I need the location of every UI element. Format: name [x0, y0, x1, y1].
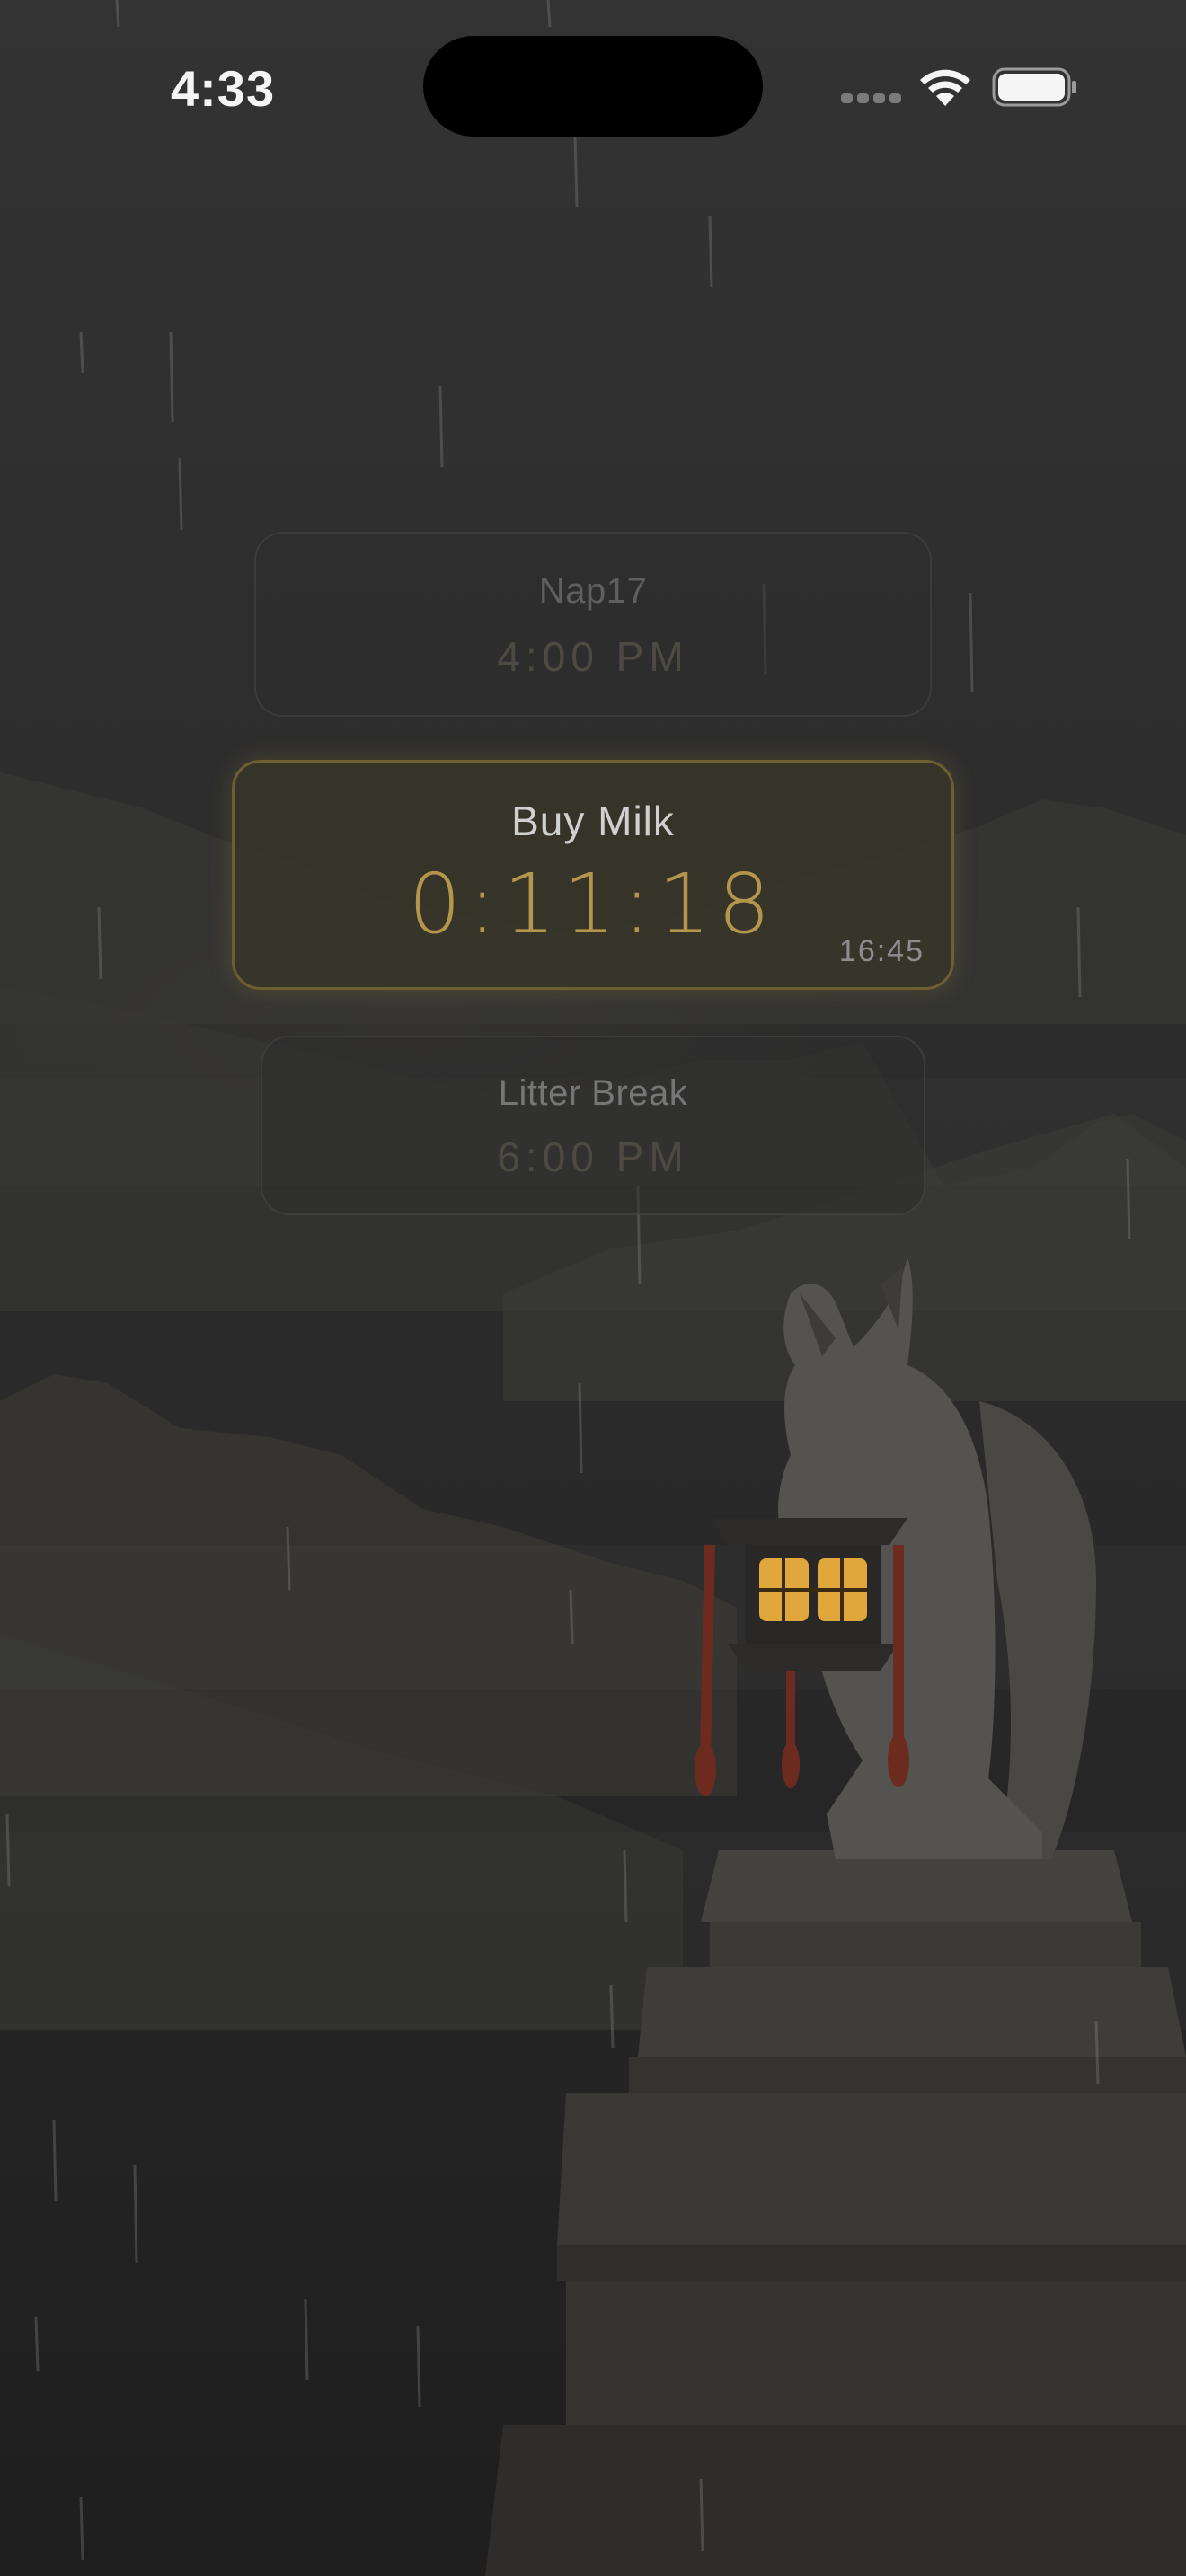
wifi-icon — [920, 69, 970, 106]
battery-icon — [992, 67, 1076, 107]
status-bar: 4:33 — [0, 0, 1186, 180]
dynamic-island — [423, 36, 763, 137]
timer-card-upcoming[interactable]: Litter Break 6:00 PM — [261, 1036, 925, 1215]
timer-end-time: 16:45 — [838, 934, 925, 968]
timer-name: Buy Milk — [511, 798, 675, 844]
timer-scheduled-time: 6:00 PM — [497, 1134, 689, 1180]
timer-card-active[interactable]: Buy Milk 0:11:18 16:45 — [232, 760, 954, 990]
timer-card-upcoming[interactable]: Nap17 4:00 PM — [254, 532, 932, 717]
status-time: 4:33 — [171, 60, 276, 117]
wallpaper-illustration — [0, 0, 1186, 2576]
timer-name: Litter Break — [498, 1073, 688, 1113]
timer-scheduled-time: 4:00 PM — [497, 633, 689, 680]
timer-name: Nap17 — [538, 571, 648, 611]
bottom-edge — [0, 2558, 1186, 2576]
cellular-signal-icon — [841, 92, 906, 108]
